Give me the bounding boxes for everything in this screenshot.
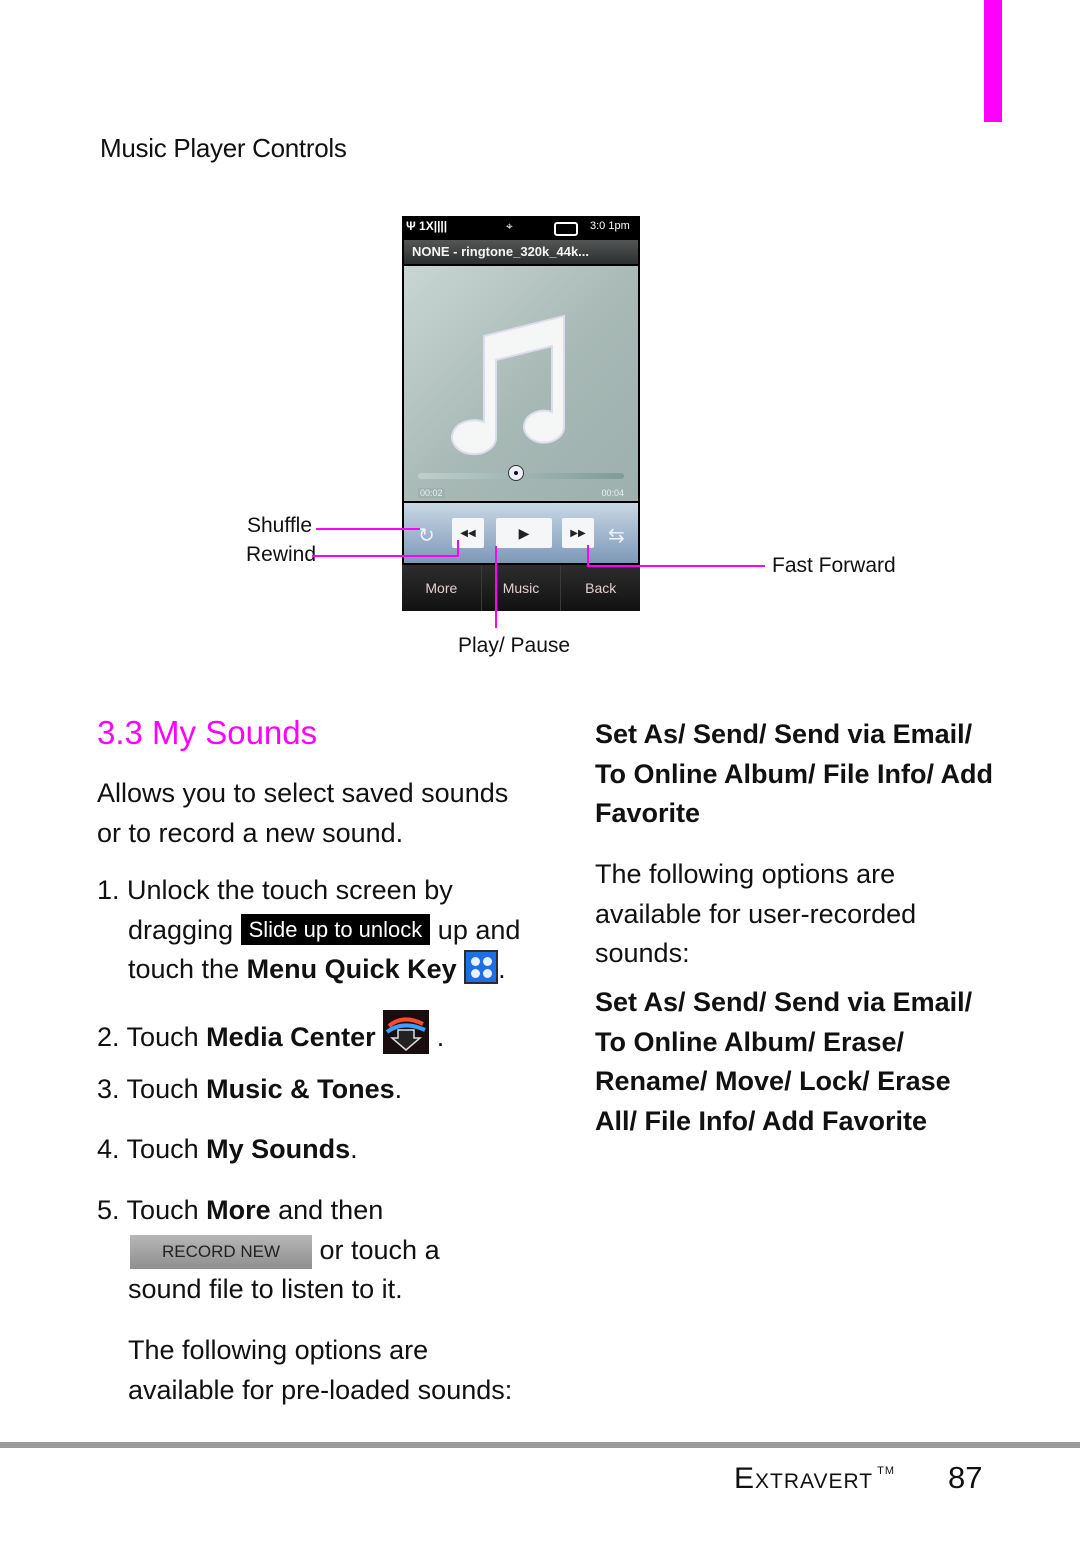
callout-line-rewind bbox=[312, 555, 458, 557]
brand-logo: Extravert TM bbox=[734, 1462, 895, 1496]
text-line: The following options are bbox=[128, 1335, 429, 1365]
step-number: 3. bbox=[97, 1074, 120, 1104]
intro-line: Allows you to select saved sounds bbox=[97, 778, 509, 808]
track-title: NONE - ringtone_320k_44k... bbox=[404, 240, 638, 264]
fast-forward-icon: ▶▶ bbox=[570, 527, 586, 539]
status-bar: Ψ 1X|||| ⌖ 3:0 1pm bbox=[402, 216, 640, 240]
step-text: and then bbox=[270, 1195, 384, 1225]
step-2: 2. Touch Media Center . bbox=[97, 1010, 444, 1058]
intro-text: Allows you to select saved sounds or to … bbox=[97, 774, 508, 853]
options-line: To Online Album/ Erase/ bbox=[595, 1026, 905, 1057]
callout-line-ff bbox=[587, 565, 765, 567]
preloaded-intro: The following options are available for … bbox=[128, 1331, 512, 1410]
step-text: touch the bbox=[128, 954, 247, 984]
step-number: 4. bbox=[97, 1134, 120, 1164]
music-note-icon bbox=[451, 314, 566, 456]
seek-knob[interactable] bbox=[508, 465, 524, 481]
punct: . bbox=[394, 1074, 403, 1104]
options-line: Set As/ Send/ Send via Email/ bbox=[595, 719, 973, 749]
chapter-tab-marker bbox=[984, 0, 1002, 122]
softkey-bar: More Music Back bbox=[402, 565, 640, 611]
trademark: TM bbox=[877, 1465, 895, 1477]
punct: . bbox=[350, 1134, 358, 1164]
step-text: Touch bbox=[126, 1074, 207, 1104]
album-art: 00:02 00:04 bbox=[404, 266, 638, 501]
callout-line-ff-v bbox=[587, 545, 589, 566]
step-text: Touch bbox=[126, 1134, 207, 1164]
slide-to-unlock-chip: Slide up to unlock bbox=[240, 913, 431, 945]
callout-line-play bbox=[495, 546, 497, 628]
callout-line-shuffle bbox=[316, 528, 420, 530]
page-number: 87 bbox=[948, 1460, 983, 1495]
options-line: All/ File Info/ Add Favorite bbox=[595, 1105, 928, 1136]
play-pause-button[interactable]: ▶ bbox=[496, 518, 552, 548]
menu-quick-key-label: Menu Quick Key bbox=[246, 954, 457, 984]
media-center-icon bbox=[383, 1010, 430, 1054]
step-text: sound file to listen to it. bbox=[128, 1274, 403, 1304]
options-line: Rename/ Move/ Lock/ Erase bbox=[595, 1066, 951, 1096]
signal-icon: Ψ 1X|||| bbox=[406, 219, 448, 233]
battery-icon bbox=[554, 222, 578, 236]
softkey-more[interactable]: More bbox=[402, 565, 482, 611]
step-number: 2. bbox=[97, 1022, 120, 1052]
callout-fast-forward: Fast Forward bbox=[772, 554, 896, 577]
rewind-icon: ◀◀ bbox=[460, 527, 476, 539]
play-icon: ▶ bbox=[518, 524, 530, 541]
menu-quick-key-icon bbox=[464, 950, 499, 984]
elapsed-time: 00:02 bbox=[418, 488, 445, 498]
total-time: 00:04 bbox=[599, 488, 626, 498]
media-center-label: Media Center bbox=[206, 1022, 376, 1052]
repeat-icon[interactable]: ⇆ bbox=[608, 523, 625, 548]
text-line: available for user-recorded bbox=[595, 898, 917, 929]
step-text: or touch a bbox=[319, 1234, 440, 1265]
shuffle-icon[interactable]: ↻ bbox=[418, 523, 435, 548]
intro-line: or to record a new sound. bbox=[97, 817, 404, 848]
text-line: The following options are bbox=[595, 859, 896, 889]
callout-shuffle: Shuffle bbox=[247, 514, 312, 537]
section-heading: 3.3 My Sounds bbox=[97, 714, 318, 751]
options-line: Favorite bbox=[595, 798, 701, 828]
punct: . bbox=[498, 954, 506, 984]
step-text: Touch bbox=[126, 1022, 207, 1052]
my-sounds-label: My Sounds bbox=[206, 1134, 351, 1164]
text-line: available for pre-loaded sounds: bbox=[128, 1374, 513, 1405]
step-number: 5. bbox=[97, 1195, 120, 1225]
step-1: 1. Unlock the touch screen by dragging S… bbox=[97, 871, 520, 990]
step-text: Touch bbox=[126, 1195, 207, 1225]
status-time: 3:0 1pm bbox=[590, 220, 630, 232]
softkey-back[interactable]: Back bbox=[561, 565, 640, 611]
step-number: 1. bbox=[97, 875, 120, 905]
options-line: Set As/ Send/ Send via Email/ bbox=[595, 987, 973, 1017]
step-text: Unlock the touch screen by bbox=[127, 875, 453, 905]
player-controls: ↻ ◀◀ ▶ ▶▶ ⇆ bbox=[404, 503, 638, 563]
more-label: More bbox=[206, 1195, 271, 1225]
recorded-intro: The following options are available for … bbox=[595, 855, 916, 974]
step-4: 4. Touch My Sounds. bbox=[97, 1130, 358, 1170]
options-line: To Online Album/ File Info/ Add bbox=[595, 758, 993, 789]
step-3: 3. Touch Music & Tones. bbox=[97, 1070, 402, 1110]
callout-line-rewind-v bbox=[457, 540, 459, 557]
music-tones-label: Music & Tones bbox=[206, 1074, 395, 1104]
fast-forward-button[interactable]: ▶▶ bbox=[562, 518, 594, 548]
text-line: sounds: bbox=[595, 938, 690, 968]
punct: . bbox=[436, 1022, 445, 1052]
step-5: 5. Touch More and then RECORD NEW or tou… bbox=[97, 1191, 440, 1310]
recorded-options: Set As/ Send/ Send via Email/ To Online … bbox=[595, 983, 972, 1141]
record-new-button: RECORD NEW bbox=[130, 1234, 312, 1269]
brand-name: Extravert bbox=[734, 1462, 874, 1495]
callout-play-pause: Play/ Pause bbox=[458, 634, 571, 657]
section-title: Music Player Controls bbox=[100, 133, 347, 163]
preloaded-options: Set As/ Send/ Send via Email/ To Online … bbox=[595, 715, 993, 834]
step-text: up and bbox=[437, 914, 521, 945]
footer-rule bbox=[0, 1442, 1080, 1448]
phone-screenshot: Ψ 1X|||| ⌖ 3:0 1pm NONE - ringtone_320k_… bbox=[402, 216, 640, 611]
softkey-music[interactable]: Music bbox=[482, 565, 562, 611]
step-text: dragging bbox=[128, 914, 234, 945]
gps-icon: ⌖ bbox=[506, 219, 513, 233]
callout-rewind: Rewind bbox=[246, 543, 317, 566]
